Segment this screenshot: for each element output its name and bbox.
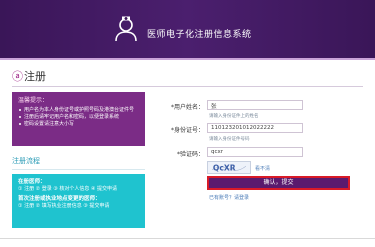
captcha-row: *验证码： qcxr xyxy=(166,147,363,159)
id-row: *身份证号： 110123201012022222 xyxy=(166,123,363,135)
footer-divider xyxy=(0,238,375,239)
site-title: 医师电子化注册信息系统 xyxy=(147,30,252,40)
captcha-image[interactable]: QcXR xyxy=(207,161,251,174)
tips-item: 用户名为本人身份证号或护照号码及港澳台证件号 xyxy=(18,107,139,114)
tips-list: 用户名为本人身份证号或护照号码及港澳台证件号 注册后请牢记用户名和密码，以便登录… xyxy=(18,107,139,128)
username-input[interactable]: 张 xyxy=(207,100,303,110)
divider xyxy=(12,86,363,87)
submit-row: 确认，提交 xyxy=(166,176,363,192)
tips-item: 密码设置请注意大小写 xyxy=(18,121,139,128)
username-hint-row: 请输入身份证件上的姓名 xyxy=(166,112,363,122)
id-number-input[interactable]: 110123201012022222 xyxy=(207,123,303,133)
username-label: *用户姓名： xyxy=(170,104,204,111)
username-hint: 请输入身份证件上的姓名 xyxy=(209,114,259,119)
doctor-logo-icon xyxy=(115,16,137,42)
captcha-area: QcXR 看不清 xyxy=(166,161,363,175)
page-title: ⓐ注册 xyxy=(12,68,46,84)
notice-box: 在册医师： ① 注册 ② 登录 ③ 核对个人信息 ④ 提交申请 首次注册或执业地… xyxy=(12,174,145,228)
site-header: 医师电子化注册信息系统 xyxy=(0,0,375,60)
id-label: *身份证号： xyxy=(170,127,204,134)
id-hint-row: 请输入身份证件号码 xyxy=(166,135,363,145)
submit-button[interactable]: 确认，提交 xyxy=(207,176,350,190)
tips-item: 注册后请牢记用户名和密码，以便登录系统 xyxy=(18,114,139,121)
register-form: *用户姓名： 张 请输入身份证件上的姓名 *身份证号： 110123201012… xyxy=(166,100,363,204)
tips-box: 温馨提示： 用户名为本人身份证号或护照号码及港澳台证件号 注册后请牢记用户名和密… xyxy=(12,92,145,146)
notice-line1-title: 在册医师： xyxy=(18,179,46,185)
page-title-text: 注册 xyxy=(24,70,46,83)
login-row: 已有账号？请登录 xyxy=(166,194,363,204)
captcha-refresh-link[interactable]: 看不清 xyxy=(255,165,270,172)
notice-line2: ① 注册 ② 填写执业注册信息 ③ 提交申请 xyxy=(18,203,110,209)
id-hint: 请输入身份证件号码 xyxy=(209,137,250,142)
captcha-label: *验证码： xyxy=(176,151,204,158)
login-link[interactable]: 已有账号？请登录 xyxy=(209,194,249,201)
username-row: *用户姓名： 张 xyxy=(166,100,363,112)
notice-line2-title: 首次注册或执业地点变更的医师： xyxy=(18,196,101,202)
notice-title: 注册流程 xyxy=(12,156,145,170)
captcha-input[interactable]: qcxr xyxy=(207,147,303,157)
captcha-text: QcXR xyxy=(213,163,236,172)
left-column: 温馨提示： 用户名为本人身份证号或护照号码及港澳台证件号 注册后请牢记用户名和密… xyxy=(12,92,145,228)
register-icon: ⓐ xyxy=(12,70,23,83)
notice-line1: ① 注册 ② 登录 ③ 核对个人信息 ④ 提交申请 xyxy=(18,186,118,192)
tips-title: 温馨提示： xyxy=(18,97,49,104)
